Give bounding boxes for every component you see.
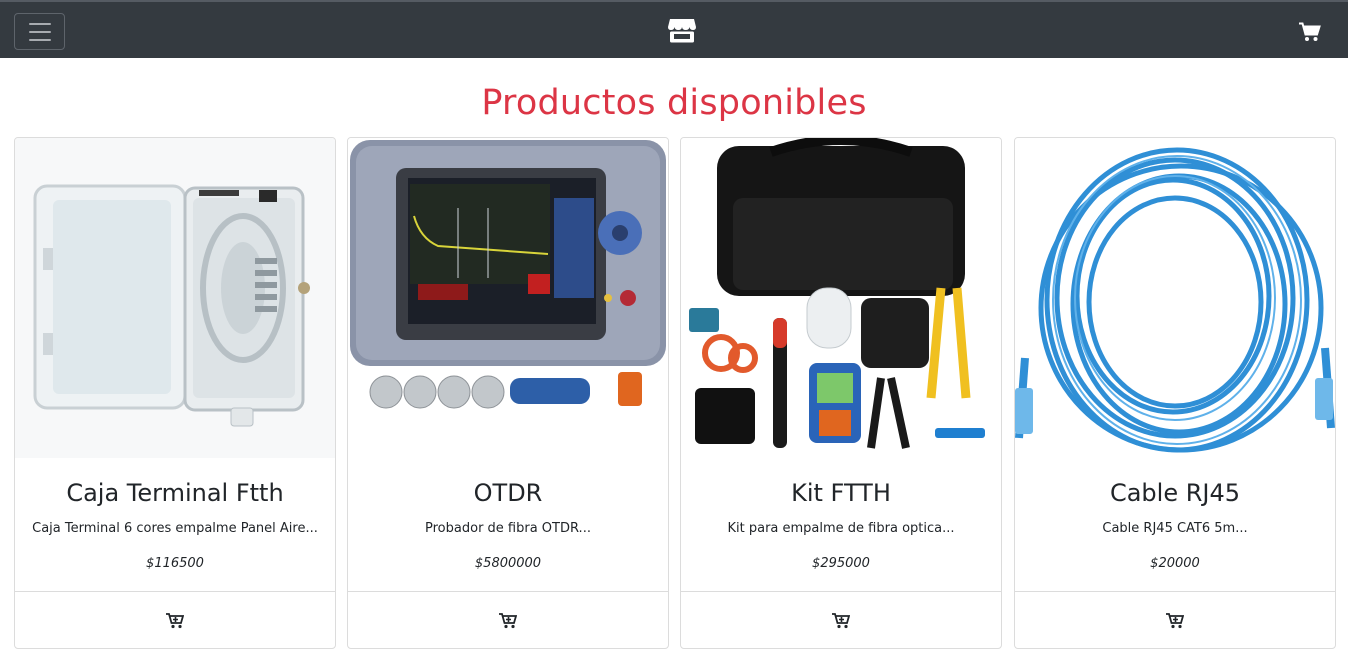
hamburger-menu-icon-bar [28, 30, 51, 33]
product-name: Kit FTTH [791, 479, 891, 507]
card-footer [15, 591, 335, 648]
product-description: Cable RJ45 CAT6 5m... [1102, 521, 1248, 536]
product-description: Probador de fibra OTDR... [425, 521, 591, 536]
fiber-terminal-box-image[interactable] [15, 138, 335, 458]
product-price: $295000 [812, 556, 870, 571]
product-card: Kit FTTH Kit para empalme de fibra optic… [680, 137, 1002, 649]
add-to-cart-button[interactable] [155, 603, 195, 639]
rj45-cable-image[interactable] [1015, 138, 1335, 458]
card-footer [348, 591, 668, 648]
ftth-tool-kit-image[interactable] [681, 138, 1001, 458]
product-name: OTDR [473, 479, 543, 507]
product-card: Cable RJ45 Cable RJ45 CAT6 5m... $20000 [1014, 137, 1336, 649]
product-card: OTDR Probador de fibra OTDR... $5800000 [347, 137, 669, 649]
product-description: Caja Terminal 6 cores empalme Panel Aire… [32, 521, 318, 536]
product-price: $5800000 [474, 556, 542, 571]
add-to-cart-button[interactable] [488, 603, 528, 639]
cart-plus-icon [832, 612, 850, 628]
shopping-cart-icon[interactable] [1299, 22, 1321, 42]
add-to-cart-button[interactable] [821, 603, 861, 639]
card-footer [1015, 591, 1335, 648]
hamburger-menu-icon-bar [28, 38, 51, 41]
product-description: Kit para empalme de fibra optica... [727, 521, 955, 536]
hamburger-menu-icon [28, 22, 51, 25]
cart-plus-icon [1166, 612, 1184, 628]
menu-toggle-button[interactable] [14, 13, 65, 50]
page-title: Productos disponibles [481, 83, 867, 123]
cart-plus-icon [499, 612, 517, 628]
product-name: Caja Terminal Ftth [66, 479, 284, 507]
top-navbar [0, 0, 1348, 58]
product-price: $20000 [1150, 556, 1200, 571]
product-name: Cable RJ45 [1109, 479, 1241, 507]
card-footer [681, 591, 1001, 648]
product-price: $116500 [146, 556, 204, 571]
product-card: Caja Terminal Ftth Caja Terminal 6 cores… [14, 137, 336, 649]
otdr-device-image[interactable] [348, 138, 668, 458]
add-to-cart-button[interactable] [1155, 603, 1195, 639]
cart-plus-icon [166, 612, 184, 628]
store-icon[interactable] [667, 16, 697, 44]
